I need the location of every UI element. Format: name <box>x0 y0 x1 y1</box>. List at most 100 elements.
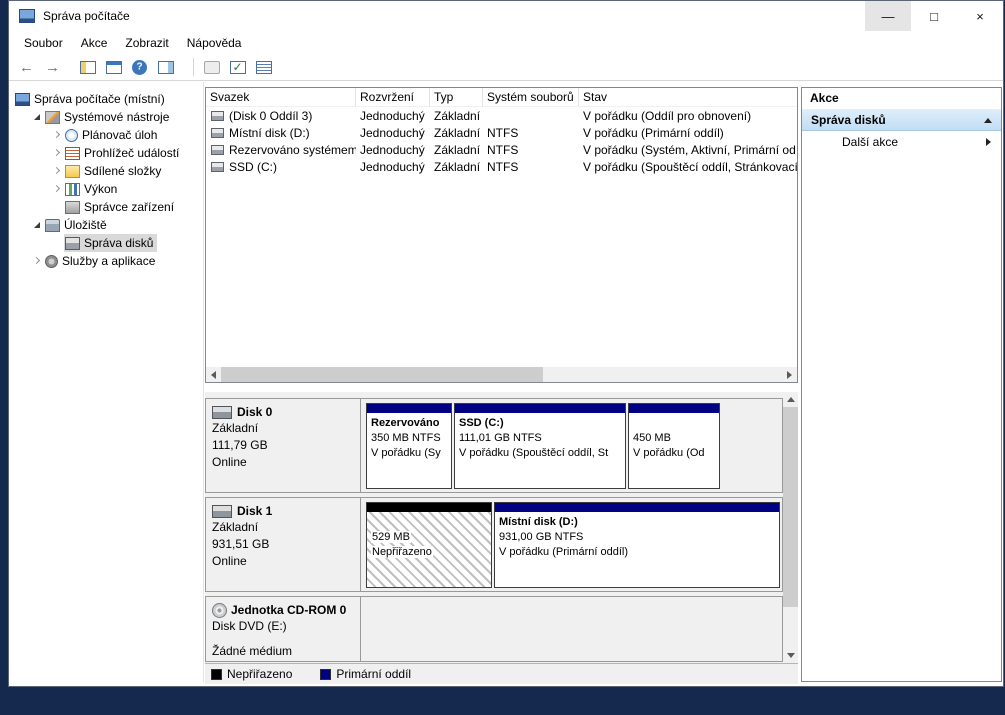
disk-icon <box>212 406 232 419</box>
disk-management-pane: Svazek Rozvržení Typ Systém souborů Stav… <box>205 82 799 682</box>
services-icon <box>45 255 58 268</box>
volume-icon <box>211 111 224 121</box>
partition-recovery[interactable]: 450 MB V pořádku (Od <box>628 403 720 489</box>
column-header-typ[interactable]: Typ <box>430 88 483 106</box>
volume-row-disk0-oddil3[interactable]: (Disk 0 Oddíl 3) Jednoduchý Základní V p… <box>206 107 797 124</box>
expander-open-icon[interactable] <box>32 220 43 231</box>
menu-akce[interactable]: Akce <box>72 36 117 50</box>
volume-icon <box>211 162 224 172</box>
window-icon <box>106 61 122 74</box>
cdrom-media-status: Žádné médium <box>212 644 358 659</box>
tree-item-services-applications[interactable]: Služby a aplikace <box>9 252 203 270</box>
help-button[interactable] <box>127 56 152 79</box>
show-action-pane-button[interactable] <box>153 56 178 79</box>
back-button[interactable]: ← <box>14 56 39 79</box>
actions-more-actions[interactable]: Další akce <box>802 131 1001 153</box>
scroll-up-button[interactable] <box>783 392 798 407</box>
actions-pane: Akce Správa disků Další akce <box>801 87 1002 682</box>
expander-closed-icon[interactable] <box>52 166 63 177</box>
tree-item-storage[interactable]: Úložiště <box>9 216 203 234</box>
performance-icon <box>65 183 80 196</box>
volume-row-ssd-c[interactable]: SSD (C:) Jednoduchý Základní NTFS V pořá… <box>206 158 797 175</box>
expander-closed-icon[interactable] <box>32 256 43 267</box>
checkmark-icon <box>230 61 246 74</box>
dialog-button[interactable] <box>199 56 224 79</box>
tree-item-event-viewer[interactable]: Prohlížeč událostí <box>9 144 203 162</box>
expander-closed-icon[interactable] <box>52 184 63 195</box>
disk-graphical-view: Disk 0 Základní 111,79 GB Online Rezervo… <box>205 392 798 684</box>
submenu-arrow-icon <box>986 138 991 146</box>
horizontal-scrollbar[interactable] <box>206 367 797 382</box>
primary-partition-strip <box>495 503 779 512</box>
column-header-svazek[interactable]: Svazek <box>206 88 356 106</box>
window-title: Správa počítače <box>43 9 130 23</box>
partition-legend: Nepřiřazeno Primární oddíl <box>205 663 798 684</box>
app-icon <box>19 9 35 23</box>
toolbar: ← → <box>9 54 1003 81</box>
tools-icon <box>45 111 60 124</box>
help-icon <box>132 60 147 75</box>
back-icon: ← <box>19 60 34 75</box>
disk-icon <box>212 505 232 518</box>
disk-row-cdrom0: Jednotka CD-ROM 0 Disk DVD (E:) Žádné mé… <box>205 596 783 662</box>
tree-item-shared-folders[interactable]: Sdílené složky <box>9 162 203 180</box>
console-tree-icon <box>80 61 96 74</box>
vertical-scrollbar[interactable] <box>783 392 798 663</box>
actions-pane-title: Akce <box>802 88 1001 109</box>
vertical-scrollbar-thumb[interactable] <box>783 407 798 607</box>
disk1-info-box[interactable]: Disk 1 Základní 931,51 GB Online <box>206 498 361 591</box>
dialog-icon <box>204 61 220 74</box>
menu-soubor[interactable]: Soubor <box>15 36 72 50</box>
shared-folders-icon <box>65 165 80 178</box>
toolbar-separator <box>193 58 194 76</box>
primary-partition-strip <box>629 404 719 413</box>
check-button[interactable] <box>225 56 250 79</box>
tree-item-device-manager[interactable]: Správce zařízení <box>9 198 203 216</box>
partition-unallocated[interactable]: 529 MB Nepřiřazeno <box>366 502 492 588</box>
minimize-button[interactable]: — <box>865 1 911 31</box>
action-pane-icon <box>158 61 174 74</box>
computer-icon <box>15 93 30 106</box>
volume-row-mistni-disk-d[interactable]: Místní disk (D:) Jednoduchý Základní NTF… <box>206 124 797 141</box>
scroll-right-button[interactable] <box>782 367 797 382</box>
column-header-rozvrzeni[interactable]: Rozvržení <box>356 88 430 106</box>
forward-button[interactable]: → <box>40 56 65 79</box>
column-header-stav[interactable]: Stav <box>579 88 797 106</box>
scroll-down-button[interactable] <box>783 648 798 663</box>
horizontal-scrollbar-thumb[interactable] <box>221 367 543 382</box>
actions-section-disk-management[interactable]: Správa disků <box>802 109 1001 131</box>
expander-closed-icon[interactable] <box>52 130 63 141</box>
volume-row-rezervovano-systemem[interactable]: Rezervováno systémem Jednoduchý Základní… <box>206 141 797 158</box>
tree-item-computer-management[interactable]: Správa počítače (místní) <box>9 90 203 108</box>
menubar: Soubor Akce Zobrazit Nápověda <box>9 31 1003 54</box>
column-header-system-souboru[interactable]: Systém souborů <box>483 88 579 106</box>
primary-partition-strip <box>367 404 451 413</box>
list-icon <box>256 61 272 74</box>
partition-system-reserved[interactable]: Rezervováno 350 MB NTFS V pořádku (Sy <box>366 403 452 489</box>
storage-icon <box>45 219 60 232</box>
list-view-button[interactable] <box>251 56 276 79</box>
close-button[interactable]: × <box>957 1 1003 31</box>
unallocated-strip <box>367 503 491 512</box>
menu-napoveda[interactable]: Nápověda <box>178 36 251 50</box>
tree-item-system-tools[interactable]: Systémové nástroje <box>9 108 203 126</box>
legend-primary-partition: Primární oddíl <box>320 667 411 681</box>
tree-item-task-scheduler[interactable]: Plánovač úloh <box>9 126 203 144</box>
tree-item-disk-management[interactable]: Správa disků <box>9 234 203 252</box>
disk0-info-box[interactable]: Disk 0 Základní 111,79 GB Online <box>206 399 361 492</box>
tree-item-performance[interactable]: Výkon <box>9 180 203 198</box>
cdrom-info-box[interactable]: Jednotka CD-ROM 0 Disk DVD (E:) Žádné mé… <box>206 597 361 661</box>
partition-ssd-c[interactable]: SSD (C:) 111,01 GB NTFS V pořádku (Spouš… <box>454 403 626 489</box>
forward-icon: → <box>45 60 60 75</box>
collapse-icon[interactable] <box>984 118 992 123</box>
show-console-tree-button[interactable] <box>75 56 100 79</box>
expander-open-icon[interactable] <box>32 112 43 123</box>
maximize-button[interactable]: □ <box>911 1 957 31</box>
caption-buttons: — □ × <box>865 1 1003 31</box>
scroll-left-button[interactable] <box>206 367 221 382</box>
partition-mistni-disk-d[interactable]: Místní disk (D:) 931,00 GB NTFS V pořádk… <box>494 502 780 588</box>
menu-zobrazit[interactable]: Zobrazit <box>116 36 177 50</box>
primary-partition-strip <box>455 404 625 413</box>
expander-closed-icon[interactable] <box>52 148 63 159</box>
new-window-button[interactable] <box>101 56 126 79</box>
